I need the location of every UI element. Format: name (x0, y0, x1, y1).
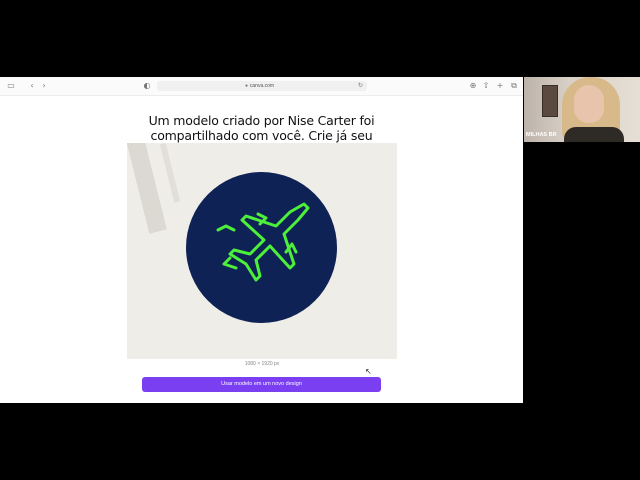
picture-frame (542, 85, 558, 117)
person-shirt (564, 127, 624, 142)
chevron-right-icon[interactable]: › (38, 80, 50, 92)
address-bar[interactable]: ● canva.com ↻ (157, 81, 367, 91)
logo-circle (186, 172, 337, 323)
download-icon[interactable]: ⊕ (467, 80, 479, 92)
use-template-button[interactable]: Usar modelo em um novo design (142, 377, 381, 392)
airplane-icon (216, 202, 310, 282)
sidebar-icon[interactable]: ▭ (5, 80, 17, 92)
chevron-left-icon[interactable]: ‹ (26, 80, 38, 92)
person-face (574, 85, 604, 123)
browser-toolbar: ▭ ‹ › ◐ ● canva.com ↻ ⊕ ⇧ + ⧉ (0, 77, 523, 96)
background-pole (159, 143, 181, 203)
webcam-name-label: MILHAS BR (526, 132, 557, 138)
browser-window: ▭ ‹ › ◐ ● canva.com ↻ ⊕ ⇧ + ⧉ Um modelo … (0, 77, 523, 403)
cursor-icon: ↖ (365, 367, 372, 376)
webcam-overlay: MILHAS BR (524, 77, 640, 142)
tabs-icon[interactable]: ⧉ (508, 80, 520, 92)
reload-icon[interactable]: ↻ (358, 81, 363, 91)
background-pole (127, 143, 167, 234)
dimensions-label: 1080 × 1920 px (244, 361, 280, 367)
url-text: canva.com (249, 83, 275, 89)
share-icon[interactable]: ⇧ (480, 80, 492, 92)
plus-icon[interactable]: + (494, 80, 506, 92)
shield-icon[interactable]: ◐ (141, 80, 153, 92)
template-preview[interactable] (127, 143, 397, 359)
